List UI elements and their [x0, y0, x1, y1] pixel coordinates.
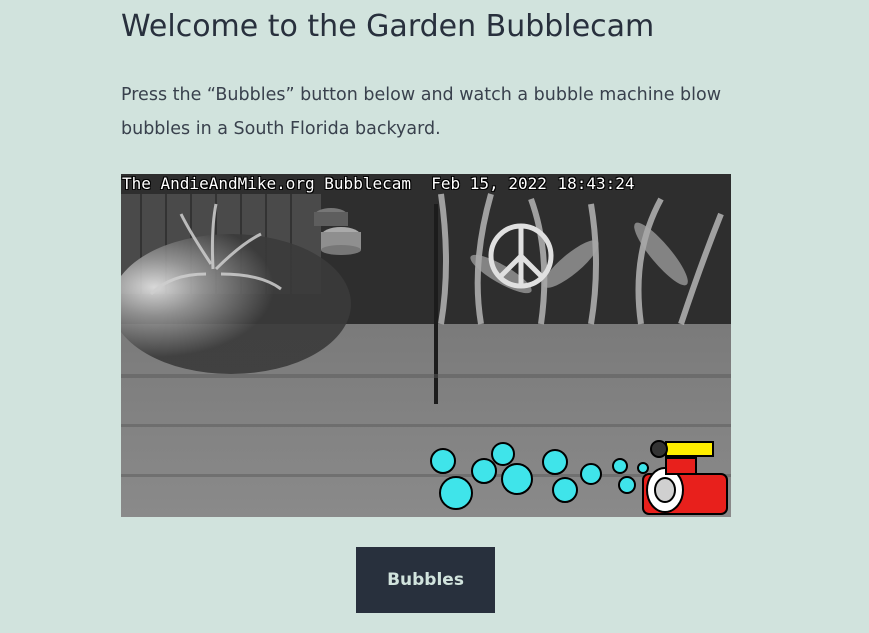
camera-timestamp-overlay: The AndieAndMike.org Bubblecam Feb 15, 2… — [121, 174, 731, 194]
camera-time: 18:43:24 — [557, 174, 635, 193]
intro-text: Press the “Bubbles” button below and wat… — [121, 85, 722, 139]
bubbles-button[interactable]: Bubbles — [356, 547, 495, 613]
bubblecam-image: The AndieAndMike.org Bubblecam Feb 15, 2… — [121, 174, 731, 517]
garden-scene — [121, 174, 731, 517]
camera-date: Feb 15, 2022 — [431, 174, 547, 193]
camera-site-label: The AndieAndMike.org Bubblecam — [122, 174, 411, 193]
page-title: Welcome to the Garden Bubblecam — [121, 9, 655, 44]
